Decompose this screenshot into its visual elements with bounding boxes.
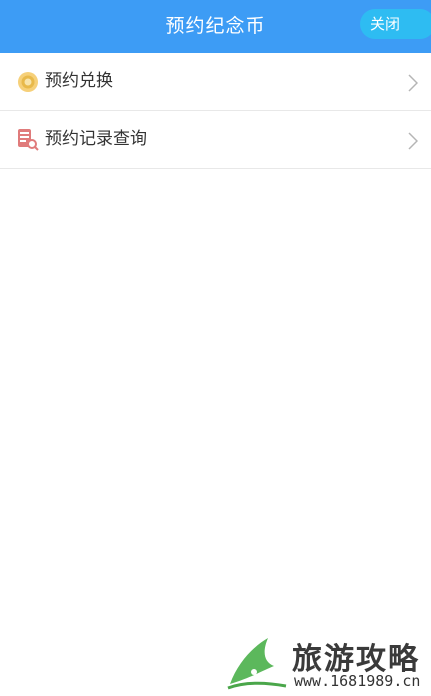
menu-item-label: 预约兑换: [45, 71, 113, 91]
close-button[interactable]: 关闭: [360, 9, 431, 39]
menu-item-records[interactable]: 预约记录查询: [0, 111, 431, 169]
record-search-icon: [18, 129, 39, 151]
menu-item-exchange[interactable]: 预约兑换: [0, 53, 431, 111]
chevron-right-icon: [408, 132, 418, 150]
menu-item-label: 预约记录查询: [45, 129, 147, 149]
coin-exchange-icon: [18, 72, 38, 92]
watermark-url: www.1681989.cn: [294, 672, 421, 690]
watermark: 旅游攻略 www.1681989.cn: [224, 632, 429, 694]
menu-list: 预约兑换 预约记录查询: [0, 53, 431, 169]
watermark-logo-icon: [227, 638, 287, 690]
chevron-right-icon: [408, 74, 418, 92]
app-header: 预约纪念币 关闭: [0, 0, 431, 53]
